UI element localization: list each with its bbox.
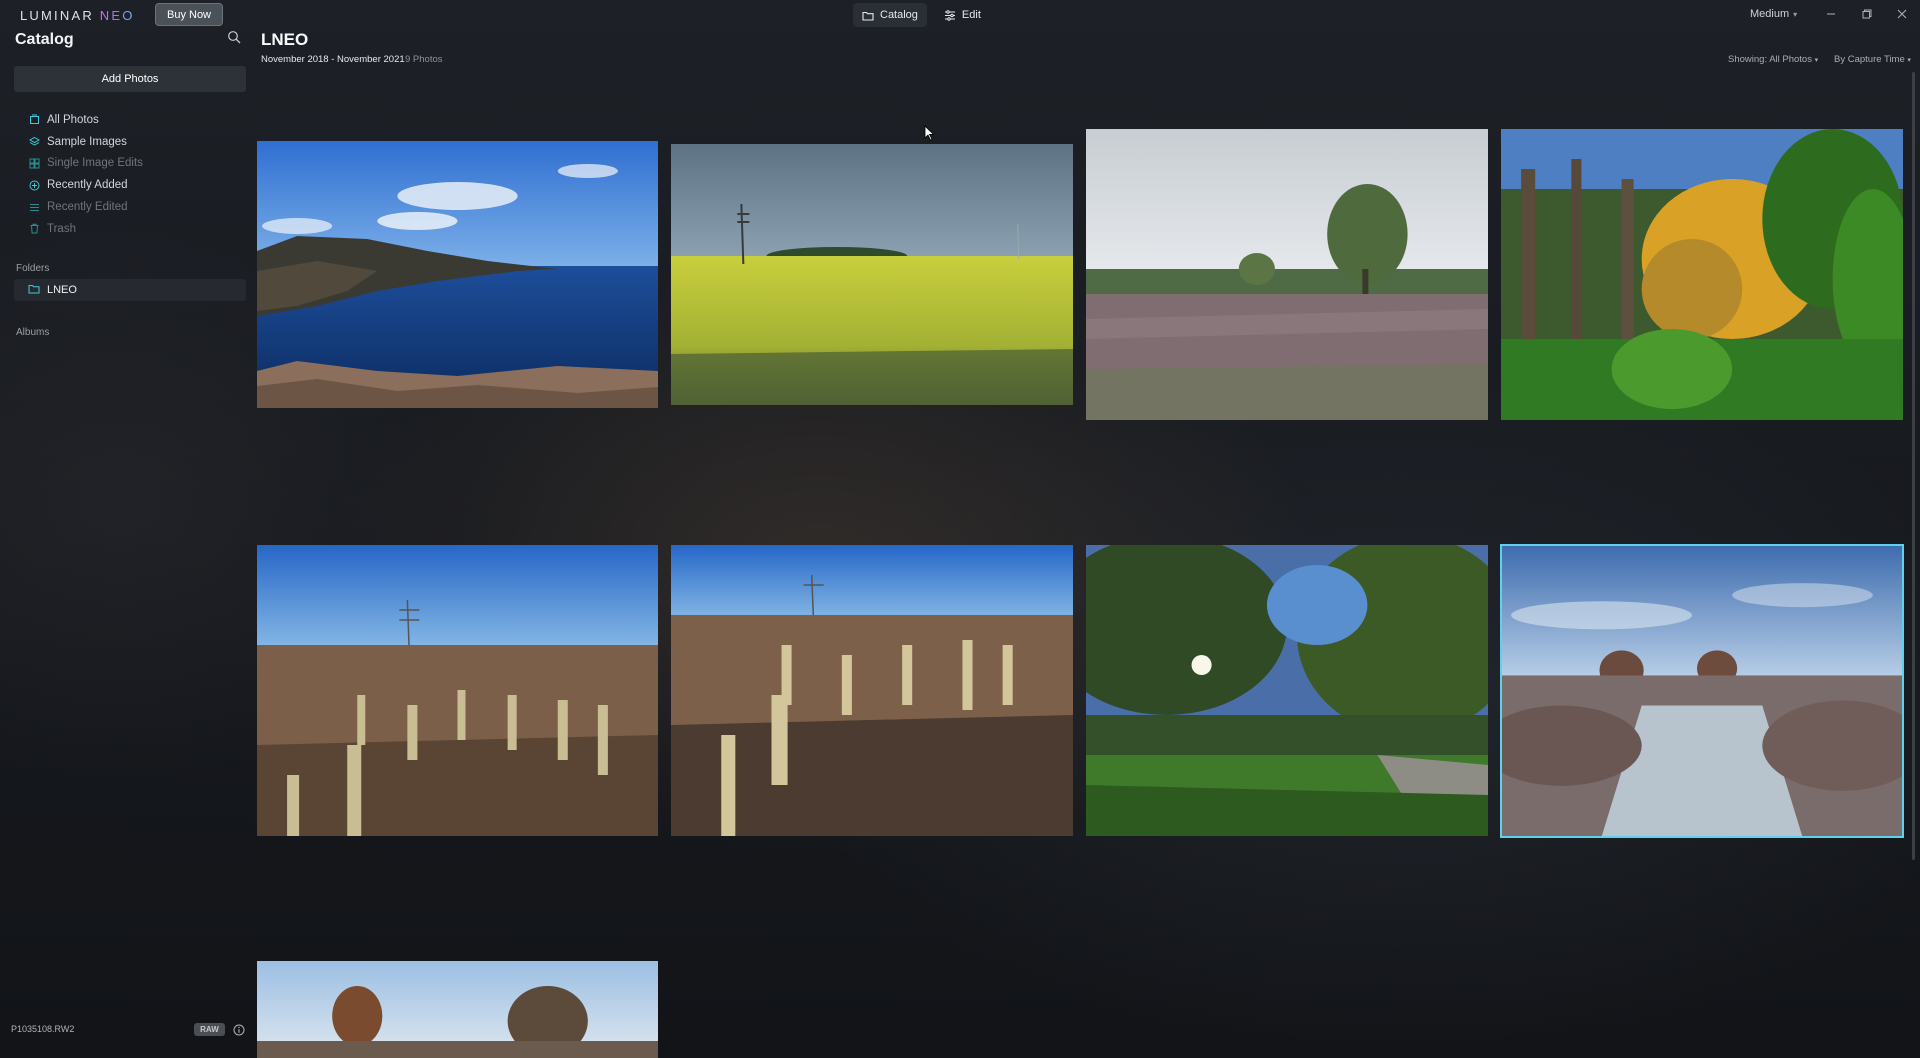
selected-file-name: P1035108.RW2 (11, 1024, 75, 1034)
photo-thumbnail[interactable] (1086, 129, 1488, 420)
photo-count: 9 Photos (405, 54, 443, 65)
photo-thumbnail[interactable] (257, 545, 658, 836)
restore-button[interactable] (1859, 6, 1875, 22)
autumn-trees-sky-photo (257, 961, 658, 1058)
folder-icon (28, 283, 40, 297)
sidebar-item-label: All Photos (47, 113, 99, 126)
sidebar-item-label: Recently Added (47, 179, 128, 192)
sidebar-item-label: Trash (47, 222, 76, 235)
photo-thumbnail-selected[interactable] (1500, 544, 1904, 838)
autumn-forest-photo (1501, 129, 1903, 420)
sidebar-item-trash[interactable]: Trash (28, 218, 246, 240)
grid-icon (28, 157, 40, 169)
photo-thumbnail[interactable] (671, 144, 1073, 405)
trash-icon (28, 223, 40, 235)
sort-dropdown[interactable]: By Capture Time ▾ (1834, 54, 1911, 65)
photo-thumbnail[interactable] (257, 961, 658, 1058)
folder-label: LNEO (47, 284, 77, 296)
filter-label: Showing: All Photos (1728, 54, 1812, 65)
heathland-tree-photo (1086, 129, 1488, 420)
close-button[interactable] (1894, 6, 1910, 22)
catalog-nav: All Photos Sample Images Single Image Ed… (28, 109, 246, 240)
chevron-down-icon: ▾ (1793, 9, 1798, 19)
tab-edit[interactable]: Edit (935, 3, 990, 27)
coastal-cliffs-photo (257, 141, 658, 408)
photo-thumbnail[interactable] (1501, 129, 1903, 420)
sidebar-item-single-image-edits[interactable]: Single Image Edits (28, 153, 246, 175)
info-button[interactable] (233, 1023, 246, 1036)
folder-icon (862, 10, 874, 21)
sort-label: By Capture Time (1834, 54, 1905, 65)
search-button[interactable] (227, 30, 243, 46)
chevron-down-icon: ▾ (1814, 57, 1819, 64)
thumbnail-size-label: Medium (1750, 8, 1790, 20)
sidebar-item-recently-edited[interactable]: Recently Edited (28, 196, 246, 218)
info-icon (233, 1024, 245, 1036)
sidebar-item-label: Sample Images (47, 135, 127, 148)
photo-thumbnail[interactable] (671, 545, 1073, 836)
tab-edit-label: Edit (961, 9, 981, 21)
photo-thumbnail[interactable] (257, 141, 658, 408)
raw-badge: RAW (194, 1023, 225, 1036)
stubble-field-closeup-photo (671, 545, 1073, 836)
date-range: November 2018 - November 2021 (261, 54, 405, 65)
photo-thumbnail[interactable] (1086, 545, 1488, 836)
tab-catalog[interactable]: Catalog (853, 3, 927, 27)
thumbnail-size-dropdown[interactable]: Medium ▾ (1750, 8, 1797, 20)
buy-now-button[interactable]: Buy Now (155, 3, 223, 26)
sidebar-item-label: Recently Edited (47, 201, 128, 214)
rapeseed-field-photo (671, 144, 1073, 405)
photos-icon (28, 114, 40, 126)
albums-heading: Albums (16, 327, 50, 338)
folder-item-lneo[interactable]: LNEO (14, 279, 246, 301)
page-title: LNEO (261, 30, 309, 49)
minimize-button[interactable] (1823, 6, 1839, 22)
app-logo: LUMINAR NEO (20, 8, 135, 23)
sidebar-item-sample-images[interactable]: Sample Images (28, 131, 246, 153)
sunlit-trees-photo (1086, 545, 1488, 836)
tab-catalog-label: Catalog (880, 9, 918, 21)
add-photos-button[interactable]: Add Photos (14, 66, 246, 92)
logo-accent: NEO (99, 8, 135, 23)
chevron-down-icon: ▾ (1907, 57, 1911, 64)
sidebar-item-all-photos[interactable]: All Photos (28, 109, 246, 131)
layers-icon (28, 136, 40, 148)
search-icon (228, 31, 241, 44)
close-icon (1897, 9, 1907, 19)
stubble-field-photo (257, 545, 658, 836)
plus-circle-icon (28, 179, 40, 191)
minimize-icon (1827, 13, 1835, 15)
title-bar: LUMINAR NEO Buy Now Catalog Edit Medium … (0, 0, 1920, 30)
folders-heading: Folders (16, 263, 50, 274)
sidebar-item-label: Single Image Edits (47, 157, 143, 170)
sidebar-item-recently-added[interactable]: Recently Added (28, 174, 246, 196)
restore-icon (1862, 9, 1872, 19)
catalog-sidebar: Catalog Add Photos All Photos Sample Ima… (0, 30, 254, 1058)
frosty-heath-photo (1501, 545, 1903, 837)
grid-scrollbar[interactable] (1912, 72, 1915, 860)
filter-dropdown[interactable]: Showing: All Photos ▾ (1728, 54, 1818, 65)
sliders-icon (944, 9, 956, 21)
mode-tabs: Catalog Edit (853, 3, 990, 27)
mouse-cursor (924, 125, 935, 146)
logo-text: LUMINAR (20, 8, 94, 23)
sliders-icon (28, 201, 40, 213)
sidebar-title: Catalog (15, 31, 74, 48)
